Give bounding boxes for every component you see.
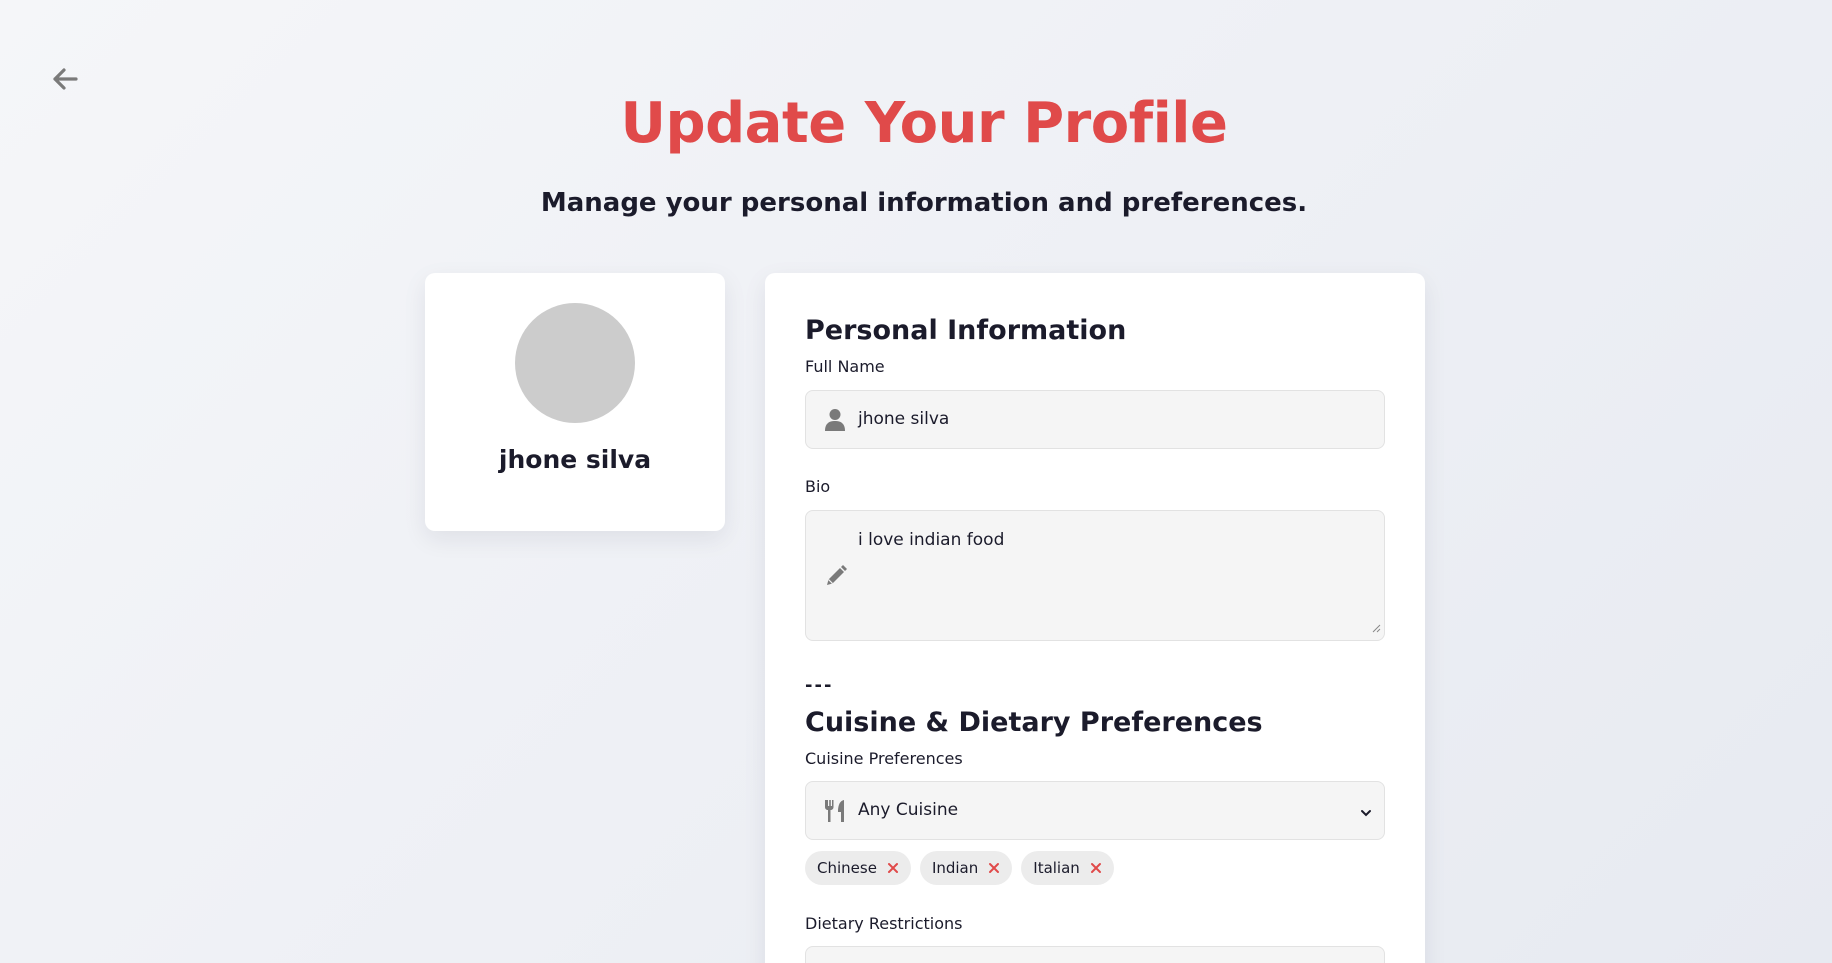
utensils-icon: [824, 799, 846, 823]
full-name-field[interactable]: jhone silva: [805, 390, 1385, 449]
bio-textarea[interactable]: i love indian food: [805, 510, 1385, 641]
pencil-icon: [824, 564, 848, 588]
close-icon[interactable]: [988, 862, 1000, 874]
full-name-label: Full Name: [805, 357, 885, 376]
section-title-cuisine: Cuisine & Dietary Preferences: [805, 707, 1263, 738]
close-icon[interactable]: [887, 862, 899, 874]
profile-name: jhone silva: [498, 445, 652, 474]
resize-grip-icon[interactable]: [1371, 618, 1381, 637]
chip-label: Italian: [1033, 859, 1080, 877]
dietary-restrictions-label: Dietary Restrictions: [805, 914, 963, 933]
avatar[interactable]: [515, 303, 635, 423]
profile-page: Update Your Profile Manage your personal…: [0, 0, 1832, 963]
section-title-personal: Personal Information: [805, 315, 1127, 346]
cuisine-chips: Chinese Indian Italian: [805, 851, 1114, 885]
cuisine-chip: Indian: [919, 851, 1013, 885]
chip-label: Indian: [931, 859, 979, 877]
cuisine-selected-value: Any Cuisine: [858, 800, 959, 820]
full-name-value: jhone silva: [858, 409, 950, 429]
close-icon[interactable]: [1090, 862, 1102, 874]
page-subtitle: Manage your personal information and pre…: [540, 188, 1308, 218]
bio-label: Bio: [805, 477, 831, 496]
arrow-left-icon: [51, 67, 79, 95]
user-icon: [824, 408, 846, 432]
profile-summary-card: jhone silva: [425, 273, 725, 531]
bio-value: i love indian food: [858, 530, 1005, 550]
chevron-down-icon: [1360, 804, 1372, 823]
section-divider: ---: [805, 675, 834, 696]
cuisine-chip: Italian: [1021, 851, 1114, 885]
cuisine-preferences-label: Cuisine Preferences: [805, 749, 963, 768]
profile-form-card: Personal Information Full Name jhone sil…: [765, 273, 1425, 963]
page-title: Update Your Profile: [620, 91, 1228, 156]
dietary-restrictions-select[interactable]: [805, 946, 1385, 963]
chip-label: Chinese: [817, 859, 877, 877]
cuisine-select[interactable]: Any Cuisine: [805, 781, 1385, 840]
cuisine-chip: Chinese: [805, 851, 911, 885]
